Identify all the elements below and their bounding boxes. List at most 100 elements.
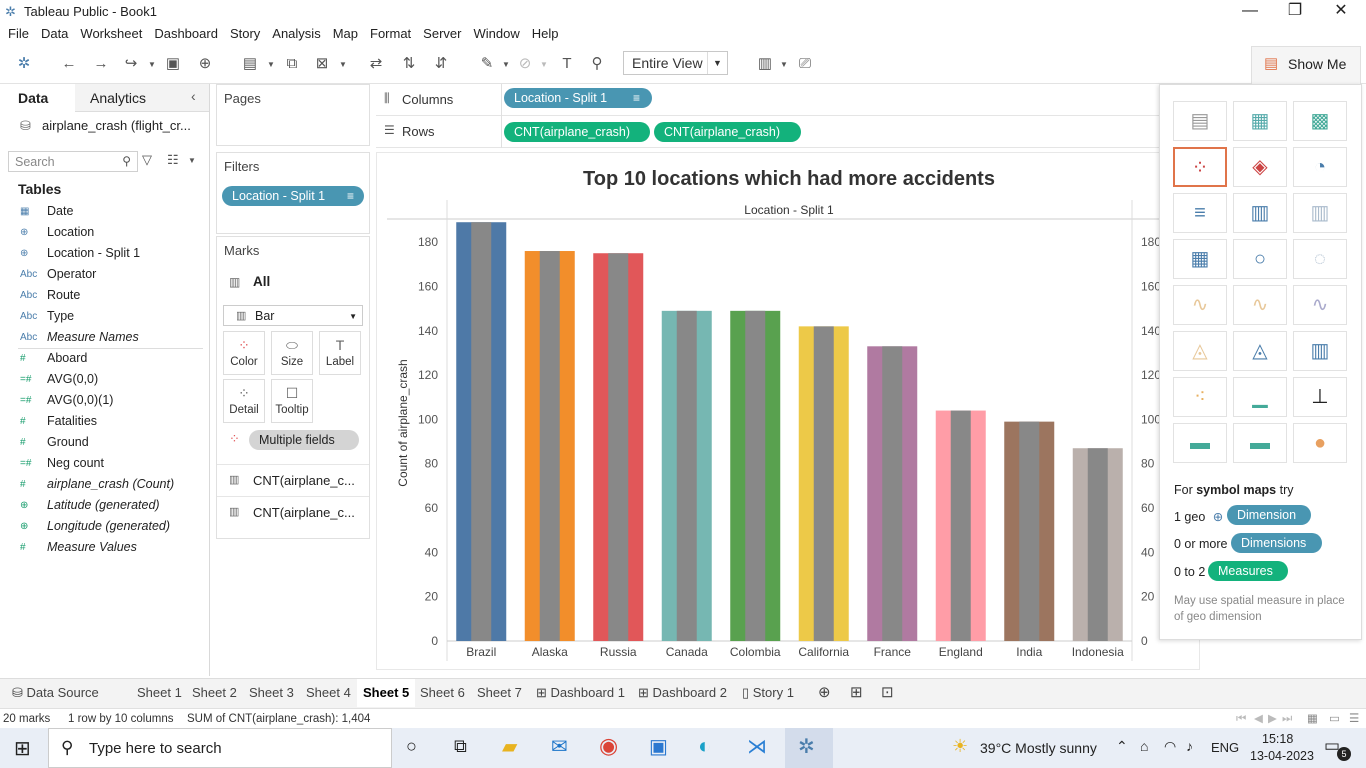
tableau-home-icon[interactable]: ✲ [13, 53, 35, 75]
histogram-icon[interactable]: ▁ [1233, 377, 1287, 417]
mark-type-select[interactable]: ▥ Bar ▼ [223, 305, 363, 326]
field-item[interactable]: ⊕ Longitude (generated) [0, 516, 205, 537]
replay-icon[interactable]: ↪ [120, 53, 142, 75]
menu-dashboard[interactable]: Dashboard [148, 24, 224, 44]
menu-data[interactable]: Data [35, 24, 74, 44]
chrome-icon[interactable]: ◉ [599, 733, 618, 759]
packed-bubbles-icon[interactable]: ● [1293, 423, 1347, 463]
field-item[interactable]: Abc Operator [0, 264, 205, 285]
measure-tab-2[interactable]: ▥ CNT(airplane_c... [217, 496, 369, 528]
filled-map-icon[interactable]: ◈ [1233, 147, 1287, 187]
circle-views-icon[interactable]: ○ [1233, 239, 1287, 279]
new-dashboard-icon[interactable]: ⊞ [844, 679, 869, 707]
view-list-icon[interactable]: ☷ [167, 152, 179, 168]
symbol-map-icon[interactable]: ⁘ [1173, 147, 1227, 187]
language-indicator[interactable]: ENG [1211, 740, 1239, 755]
volume-icon[interactable]: ♪ [1186, 738, 1193, 754]
discrete-lines-icon[interactable]: ∿ [1233, 285, 1287, 325]
menu-analysis[interactable]: Analysis [266, 24, 326, 44]
weather-text[interactable]: 39°C Mostly sunny [980, 740, 1097, 756]
menu-help[interactable]: Help [526, 24, 565, 44]
rows-pill-2[interactable]: CNT(airplane_crash) [654, 122, 801, 142]
menu-window[interactable]: Window [467, 24, 525, 44]
redo-icon[interactable]: → [90, 53, 112, 75]
text-icon[interactable]: T [556, 53, 578, 75]
field-item[interactable]: Abc Type [0, 306, 205, 327]
clear-sheet-icon[interactable]: ⊠ [311, 53, 333, 75]
sheet-tab[interactable]: Sheet 6 [414, 679, 471, 707]
nav-first-icon[interactable]: ⏮ [1236, 709, 1246, 729]
file-explorer-icon[interactable]: ▰ [502, 734, 517, 759]
menu-server[interactable]: Server [417, 24, 467, 44]
horizontal-bars-icon[interactable]: ≡ [1173, 193, 1227, 233]
continuous-lines-icon[interactable]: ∿ [1173, 285, 1227, 325]
text-table-icon[interactable]: ▤ [1173, 101, 1227, 141]
filter-pill[interactable]: Location - Split 1 ≡ [222, 186, 364, 206]
sheet-tab[interactable]: Sheet 2 [186, 679, 243, 707]
field-item[interactable]: Abc Measure Names [0, 327, 205, 348]
dual-lines-icon[interactable]: ∿ [1293, 285, 1347, 325]
collapse-icon[interactable]: ‹ [191, 88, 196, 104]
new-worksheet-icon[interactable]: ▤ [239, 53, 261, 75]
chevron-down-icon[interactable]: ▼ [188, 156, 196, 165]
save-icon[interactable]: ▣ [162, 53, 184, 75]
tab-analytics[interactable]: Analytics ‹ [75, 84, 209, 112]
nav-last-icon[interactable]: ⏭ [1282, 709, 1292, 729]
vscode-icon[interactable]: ⋊ [747, 734, 767, 759]
columns-shelf[interactable]: ⫼ Columns Location - Split 1 ≡ [376, 84, 1161, 116]
windows-start-icon[interactable]: ⊞ [14, 736, 31, 761]
pie-chart-icon[interactable]: ◔ [1293, 147, 1347, 187]
chevron-down-icon[interactable]: ▼ [267, 60, 275, 69]
side-by-side-bars-icon[interactable]: ▥ [1293, 193, 1347, 233]
menu-map[interactable]: Map [327, 24, 364, 44]
chevron-up-icon[interactable]: ⌃ [1116, 738, 1128, 755]
stacked-bars-icon[interactable]: ▥ [1233, 193, 1287, 233]
field-item[interactable]: =# AVG(0,0) [0, 369, 205, 390]
box-whisker-icon[interactable]: ⊥ [1293, 377, 1347, 417]
sheet-tab[interactable]: Sheet 1 [131, 679, 188, 707]
fit-icon[interactable]: ▥ [754, 53, 776, 75]
mail-icon[interactable]: ✉ [551, 734, 568, 759]
cortana-icon[interactable]: ○ [406, 736, 417, 757]
sheet-tab[interactable]: Sheet 7 [471, 679, 528, 707]
sheet-tab[interactable]: ⊞ Dashboard 2 [632, 679, 733, 707]
show-me-button[interactable]: ▤ Show Me [1251, 46, 1361, 84]
tooltip-button[interactable]: ☐ Tooltip [271, 379, 313, 423]
highlight-table-icon[interactable]: ▦ [1233, 101, 1287, 141]
marks-all-label[interactable]: All [253, 274, 270, 289]
dual-combination-icon[interactable]: ▥ [1293, 331, 1347, 371]
sheet-tab[interactable]: ⊞ Dashboard 1 [530, 679, 631, 707]
size-button[interactable]: ⬭ Size [271, 331, 313, 375]
field-item[interactable]: =# AVG(0,0)(1) [0, 390, 205, 411]
rows-shelf[interactable]: ☰ Rows CNT(airplane_crash) CNT(airplane_… [376, 116, 1161, 148]
highlight-icon[interactable]: ✎ [476, 53, 498, 75]
store-icon[interactable]: ▣ [649, 734, 668, 759]
bullet-graph-icon[interactable]: ▬ [1233, 423, 1287, 463]
clock-time[interactable]: 15:18 [1262, 732, 1293, 746]
clock-date[interactable]: 13-04-2023 [1250, 749, 1314, 763]
measure-tab-1[interactable]: ▥ CNT(airplane_c... [217, 464, 369, 496]
datasource-name[interactable]: airplane_crash (flight_cr... [42, 118, 191, 133]
field-item[interactable]: # Fatalities [0, 411, 205, 432]
field-item[interactable]: ⊕ Latitude (generated) [0, 495, 205, 516]
sheet-tab[interactable]: Sheet 4 [300, 679, 357, 707]
pin-icon[interactable]: ⚲ [586, 53, 608, 75]
list-view-icon[interactable]: ☰ [1349, 709, 1359, 729]
sort-ascending-icon[interactable]: ⇅ [398, 53, 420, 75]
gantt-chart-icon[interactable]: ▬ [1173, 423, 1227, 463]
scatter-plot-icon[interactable]: ⁖ [1173, 377, 1227, 417]
nav-next-icon[interactable]: ▶ [1268, 709, 1277, 729]
view-fit-select[interactable]: Entire View ▼ [623, 51, 728, 75]
detail-button[interactable]: ⁘ Detail [223, 379, 265, 423]
attach-icon[interactable]: ⊘ [514, 53, 536, 75]
heat-map-icon[interactable]: ▩ [1293, 101, 1347, 141]
new-worksheet-icon[interactable]: ⊕ [812, 679, 837, 707]
duplicate-icon[interactable]: ⧉ [281, 53, 303, 75]
field-item[interactable]: # airplane_crash (Count) [0, 474, 205, 495]
field-item[interactable]: ▦ Date [0, 201, 205, 222]
menu-story[interactable]: Story [224, 24, 266, 44]
new-datasource-icon[interactable]: ⊕ [194, 53, 216, 75]
network-icon[interactable]: ⌂ [1140, 738, 1148, 754]
filter-icon[interactable]: ▽ [142, 152, 152, 168]
filmstrip-icon[interactable]: ▭ [1329, 709, 1340, 729]
